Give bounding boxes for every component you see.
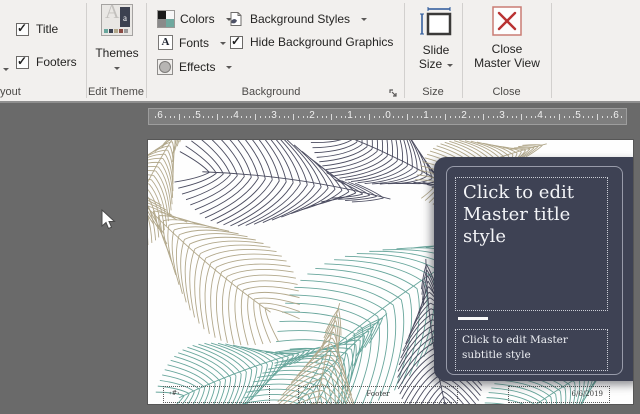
background-group-label: Background	[146, 86, 396, 98]
group-separator	[86, 3, 87, 98]
slide-size-label-line2: Size	[419, 57, 453, 71]
ruler-number: 3	[271, 110, 277, 121]
fonts-button[interactable]: A Fonts	[158, 35, 226, 50]
date-placeholder[interactable]: 6/6/2019	[508, 386, 610, 403]
slide-size-icon	[418, 6, 454, 38]
close-master-view-label-line1: Close	[492, 42, 523, 56]
close-group-label: Close	[462, 86, 551, 98]
group-separator	[551, 3, 552, 98]
master-title-placeholder[interactable]: Click to edit Master title style	[455, 177, 608, 311]
effects-button[interactable]: Effects	[157, 59, 232, 75]
size-group-label: Size	[404, 86, 462, 98]
checkbox-icon[interactable]	[230, 36, 243, 49]
hide-background-graphics-checkbox[interactable]: Hide Background Graphics	[230, 35, 393, 49]
title-checkbox[interactable]: Title	[16, 22, 58, 36]
theme-effects-icon	[157, 59, 173, 75]
slide-size-button[interactable]: Slide Size	[408, 6, 464, 71]
dropdown-arrow-icon	[447, 64, 453, 70]
footers-checkbox-label: Footers	[36, 55, 77, 69]
slide-master-canvas[interactable]: ‹#› Footer 6/6/2019 Click to edit Master…	[148, 140, 633, 404]
theme-fonts-icon: A	[158, 35, 173, 50]
background-styles-button-label: Background Styles	[250, 12, 350, 26]
colors-button-label: Colors	[180, 12, 215, 26]
master-layout-group-label: yout	[0, 86, 24, 98]
ruler-number: 3	[499, 110, 505, 121]
dropdown-arrow-icon	[226, 66, 232, 72]
ruler-number: 4	[537, 110, 543, 121]
ruler-number: 2	[309, 110, 315, 121]
colors-button[interactable]: Colors	[158, 11, 232, 27]
ruler-number: 1	[347, 110, 353, 121]
edit-theme-group-label: Edit Theme	[86, 86, 146, 98]
slide-number-placeholder[interactable]: ‹#›	[163, 386, 270, 403]
mouse-cursor-icon	[101, 209, 117, 231]
footers-checkbox[interactable]: Footers	[16, 55, 77, 69]
close-master-view-icon	[492, 6, 522, 36]
fonts-button-label: Fonts	[179, 36, 209, 50]
background-styles-button[interactable]: Background Styles	[228, 11, 367, 27]
hide-background-graphics-label: Hide Background Graphics	[250, 35, 393, 49]
footer-placeholder[interactable]: Footer	[298, 386, 458, 403]
powerpoint-slide-master-window: Title Footers yout A a Themes Edit Theme	[0, 0, 640, 414]
title-checkbox-label: Title	[36, 22, 58, 36]
group-separator	[462, 3, 463, 98]
background-styles-icon	[228, 11, 244, 27]
themes-button[interactable]: A a Themes	[88, 4, 146, 71]
ruler-number: 0	[385, 110, 391, 121]
ruler-number: 5	[575, 110, 581, 121]
title-panel-shape[interactable]: Click to edit Master title style Click t…	[434, 157, 633, 381]
dropdown-arrow-icon	[361, 18, 367, 24]
horizontal-ruler: 6 5 4 3 2 1 0 1 2 3 4 5 6	[148, 108, 627, 125]
title-accent-line	[458, 317, 488, 320]
ruler-number: 6	[157, 110, 163, 121]
checkbox-icon[interactable]	[16, 56, 29, 69]
close-master-view-button[interactable]: Close Master View	[468, 6, 546, 70]
ruler-number: 1	[423, 110, 429, 121]
theme-colors-icon	[158, 11, 174, 27]
cut-off-dropdown-arrow-icon[interactable]	[3, 68, 9, 74]
ribbon-slide-master-tab: Title Footers yout A a Themes Edit Theme	[0, 0, 640, 103]
effects-button-label: Effects	[179, 60, 215, 74]
dropdown-arrow-icon	[220, 42, 226, 48]
ruler-number: 4	[233, 110, 239, 121]
group-separator	[146, 3, 147, 98]
ruler-number: 6	[613, 110, 619, 121]
ruler-number: 5	[195, 110, 201, 121]
checkbox-icon[interactable]	[16, 23, 29, 36]
master-subtitle-placeholder[interactable]: Click to edit Master subtitle style	[455, 329, 608, 371]
dropdown-arrow-icon	[114, 67, 120, 73]
close-master-view-label-line2: Master View	[474, 56, 540, 70]
background-dialog-launcher-icon[interactable]	[388, 88, 398, 98]
group-separator	[404, 3, 405, 98]
themes-icon: A a	[101, 4, 133, 36]
ruler-number: 2	[461, 110, 467, 121]
slide-size-label-line1: Slide	[423, 43, 450, 57]
themes-button-label: Themes	[95, 46, 138, 60]
